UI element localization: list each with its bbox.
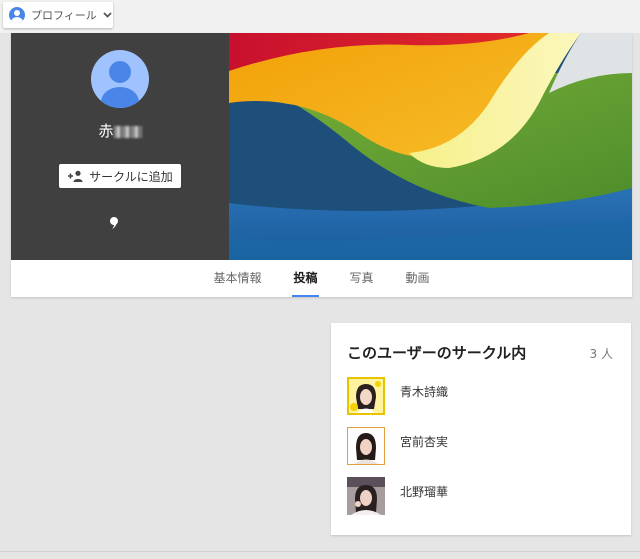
- top-bar: プロフィール: [0, 0, 640, 33]
- member-name[interactable]: 青木詩織: [400, 383, 448, 400]
- tab-about[interactable]: 基本情報: [212, 260, 262, 297]
- circles-card: このユーザーのサークル内 3 人 青木詩織 宮前杏実 北野瑠華: [331, 323, 631, 535]
- tab-posts[interactable]: 投稿: [292, 260, 319, 297]
- profile-switcher-label: プロフィール: [31, 9, 97, 22]
- chevron-down-icon: [103, 10, 112, 21]
- profile-name-text: 赤: [98, 122, 114, 140]
- list-item[interactable]: 宮前杏実: [347, 427, 617, 467]
- member-name[interactable]: 宮前杏実: [400, 433, 448, 450]
- redacted-name-blur: [113, 125, 142, 138]
- person-icon: [9, 7, 25, 23]
- tab-photos[interactable]: 写真: [349, 260, 375, 297]
- profile-tabs: 基本情報 投稿 写真 動画: [11, 260, 632, 297]
- tab-videos[interactable]: 動画: [405, 260, 431, 297]
- person-add-icon: [68, 170, 83, 182]
- avatar[interactable]: [91, 50, 149, 108]
- list-item[interactable]: 北野瑠華: [347, 477, 617, 517]
- circles-count: 3 人: [589, 347, 613, 361]
- add-to-circle-label: サークルに追加: [89, 169, 173, 184]
- member-name[interactable]: 北野瑠華: [400, 483, 448, 500]
- member-avatar[interactable]: [347, 427, 385, 465]
- profile-name: 赤: [11, 120, 229, 141]
- cover-photo[interactable]: [229, 33, 632, 260]
- circles-title: このユーザーのサークル内: [347, 344, 527, 362]
- profile-switcher-button[interactable]: プロフィール: [3, 2, 113, 28]
- divider: [0, 551, 640, 552]
- add-to-circle-button[interactable]: サークルに追加: [59, 164, 181, 188]
- tagline-icon: [108, 215, 120, 229]
- member-avatar[interactable]: [347, 477, 385, 515]
- profile-cover-card: 赤 サークルに追加 基本情報 投稿 写真 動画: [11, 33, 632, 297]
- list-item[interactable]: 青木詩織: [347, 377, 617, 417]
- member-avatar[interactable]: [347, 377, 385, 415]
- profile-info-panel: 赤 サークルに追加: [11, 33, 229, 260]
